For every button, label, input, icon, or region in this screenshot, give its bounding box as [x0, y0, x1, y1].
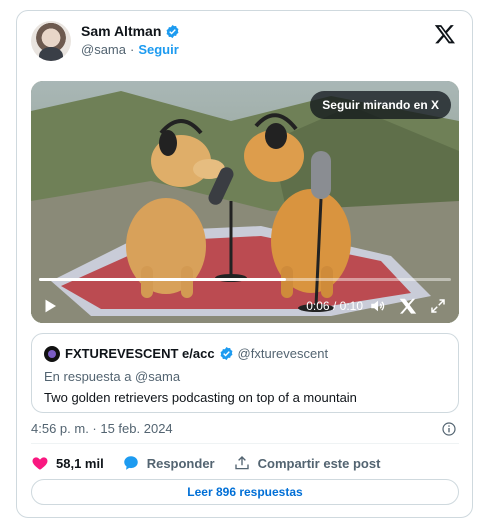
read-replies-button[interactable]: Leer 896 respuestas [31, 479, 459, 505]
verified-badge-icon [220, 346, 232, 361]
divider [31, 443, 459, 444]
quoted-author-avatar [44, 346, 60, 362]
tweet-metadata: 4:56 p. m. · 15 feb. 2024 [31, 421, 459, 441]
current-time: 0:06 [306, 299, 330, 313]
reply-bubble-icon [123, 456, 138, 470]
reply-context: En respuesta a @sama [44, 369, 181, 384]
tweet-timestamp[interactable]: 4:56 p. m. · 15 feb. 2024 [31, 421, 173, 436]
keep-watching-button[interactable]: Seguir mirando en X [310, 91, 451, 119]
share-label: Compartir este post [257, 455, 381, 471]
x-logo-icon[interactable] [434, 23, 456, 45]
video-time: 0:06 / 0:10 [306, 299, 363, 313]
reply-label: Responder [146, 455, 215, 471]
quoted-author-name: FXTUREVESCENT e/acc [65, 346, 215, 361]
author-name-row: Sam Altman [81, 23, 180, 39]
video-player[interactable]: Seguir mirando en X 0:06 / 0:10 [31, 81, 459, 323]
duration: 0:10 [339, 299, 363, 313]
like-count: 58,1 mil [56, 455, 104, 471]
play-icon[interactable] [41, 297, 59, 315]
follow-button[interactable]: Seguir [138, 42, 178, 57]
video-progress-bar[interactable] [39, 278, 451, 281]
quoted-author-row: FXTUREVESCENT e/acc @fxturevescent [65, 346, 328, 361]
info-icon[interactable] [441, 421, 457, 437]
heart-icon [32, 457, 48, 470]
time-separator: / [332, 299, 337, 313]
video-controls: 0:06 / 0:10 [31, 287, 459, 323]
quoted-author-handle: @fxturevescent [237, 346, 329, 361]
author-name[interactable]: Sam Altman [81, 23, 161, 39]
author-handle[interactable]: @sama [81, 42, 126, 57]
quoted-tweet-text: Two golden retrievers podcasting on top … [44, 390, 357, 405]
quoted-tweet[interactable]: FXTUREVESCENT e/acc @fxturevescent En re… [31, 333, 459, 413]
video-progress-fill [39, 278, 287, 281]
verified-badge-icon [166, 24, 179, 38]
author-avatar[interactable] [31, 21, 71, 61]
fullscreen-icon[interactable] [429, 297, 447, 315]
tweet-actions: 58,1 mil Responder Compartir este post [31, 453, 398, 473]
volume-icon[interactable] [369, 297, 387, 315]
share-button[interactable]: Compartir este post [233, 454, 381, 472]
tweet-card: Sam Altman @sama · Seguir Seguir mirando… [16, 10, 473, 518]
x-logo-icon[interactable] [399, 297, 417, 315]
reply-button[interactable]: Responder [122, 454, 215, 472]
handle-separator: · [130, 42, 135, 57]
tweet-header: Sam Altman @sama · Seguir [31, 21, 458, 65]
share-icon [234, 456, 249, 470]
like-button[interactable]: 58,1 mil [31, 454, 104, 472]
author-handle-row: @sama · Seguir [81, 42, 179, 57]
